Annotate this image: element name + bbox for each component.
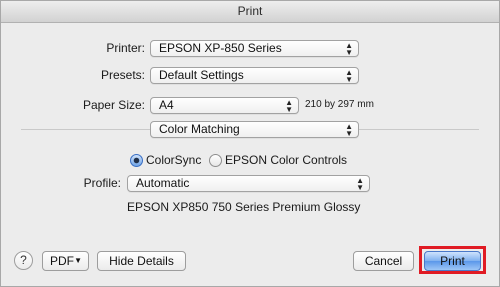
updown-arrows-icon: ▲ ▼ [285, 98, 293, 114]
printer-popup[interactable]: EPSON XP-850 Series ▲ ▼ [150, 40, 359, 57]
printer-label: Printer: [106, 41, 145, 55]
presets-popup[interactable]: Default Settings ▲ ▼ [150, 67, 359, 84]
profile-description: EPSON XP850 750 Series Premium Glossy [127, 200, 361, 214]
epson-color-controls-radio[interactable] [209, 154, 222, 167]
cancel-button[interactable]: Cancel [353, 251, 414, 271]
profile-popup[interactable]: Automatic ▲ ▼ [127, 175, 370, 192]
profile-label: Profile: [83, 176, 121, 190]
presets-label: Presets: [100, 68, 145, 82]
paper-size-popup[interactable]: A4 ▲ ▼ [150, 97, 299, 114]
epson-color-controls-label: EPSON Color Controls [225, 153, 348, 167]
help-button[interactable]: ? [14, 251, 33, 270]
section-value: Color Matching [159, 122, 240, 136]
colorsync-radio[interactable] [130, 154, 143, 167]
presets-value: Default Settings [159, 68, 244, 82]
print-dialog: Print Printer: EPSON XP-850 Series ▲ ▼ Pr… [0, 0, 500, 287]
hide-details-button[interactable]: Hide Details [97, 251, 186, 271]
pdf-label: PDF [50, 254, 74, 268]
window-title: Print [1, 1, 499, 23]
pdf-menu-button[interactable]: PDF ▼ [42, 251, 89, 271]
profile-value: Automatic [136, 176, 190, 190]
paper-size-label: Paper Size: [82, 98, 145, 112]
updown-arrows-icon: ▲ ▼ [345, 68, 353, 84]
updown-arrows-icon: ▲ ▼ [345, 122, 353, 138]
print-button[interactable]: Print [424, 251, 481, 271]
chevron-down-icon: ▼ [74, 256, 82, 265]
printer-value: EPSON XP-850 Series [159, 41, 282, 55]
colorsync-label: ColorSync [146, 153, 202, 167]
updown-arrows-icon: ▲ ▼ [345, 41, 353, 57]
paper-dimensions: 210 by 297 mm [305, 99, 374, 110]
paper-size-value: A4 [159, 98, 174, 112]
updown-arrows-icon: ▲ ▼ [356, 176, 364, 192]
section-popup[interactable]: Color Matching ▲ ▼ [150, 121, 359, 138]
